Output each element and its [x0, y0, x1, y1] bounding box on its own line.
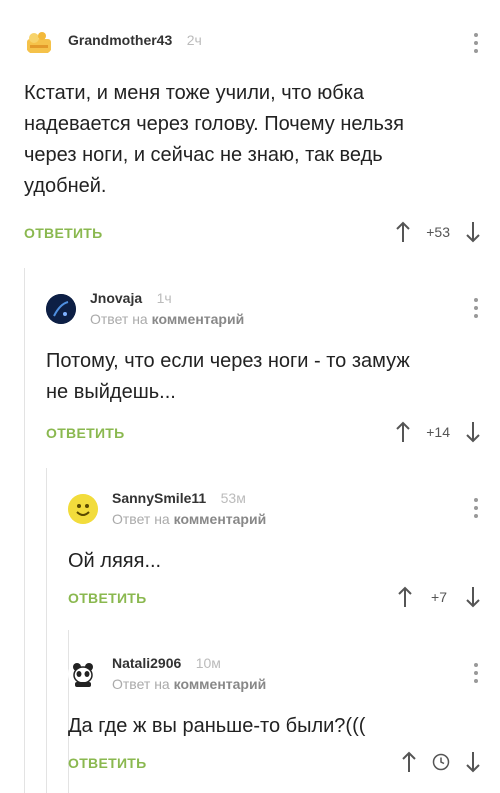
comment-text-line: Ой ляяя...	[68, 550, 162, 572]
reply-to-prefix: Ответ на	[112, 676, 170, 692]
comment-text: Ой ляяя...	[68, 546, 478, 577]
comment-text: Да где ж вы раньше-то были?(((	[68, 711, 478, 742]
avatar[interactable]	[46, 293, 76, 324]
timestamp: 53м	[220, 490, 246, 506]
thread-line-level-1	[24, 268, 25, 793]
comment-text-line: Кстати, и меня тоже учили, что юбка	[24, 82, 364, 104]
rating: +7	[431, 589, 447, 605]
rating: +53	[426, 224, 450, 240]
comment-text-line: Да где ж вы раньше-то были?(((	[68, 715, 366, 737]
reply-to-link[interactable]: комментарий	[174, 676, 267, 692]
username[interactable]: Natali2906	[112, 655, 181, 671]
avatar[interactable]	[68, 493, 98, 524]
avatar[interactable]	[24, 26, 54, 56]
thread-line-level-2	[46, 468, 47, 793]
comment-header: SannySmile11 53м Ответ на комментарий	[68, 490, 266, 527]
reply-to-info: Ответ на комментарий	[112, 511, 266, 527]
username[interactable]: Jnovaja	[90, 290, 142, 306]
reply-to-prefix: Ответ на	[112, 511, 170, 527]
upvote-arrow-icon[interactable]	[396, 421, 410, 443]
reply-to-prefix: Ответ на	[90, 311, 148, 327]
username[interactable]: SannySmile11	[112, 490, 206, 506]
comment-text: Кстати, и меня тоже учили, что юбка наде…	[24, 78, 484, 202]
comment-header: Jnovaja 1ч Ответ на комментарий	[46, 290, 244, 327]
more-options-icon[interactable]	[474, 498, 478, 518]
comment-text-line: через ноги, и сейчас не знаю, так ведь	[24, 144, 383, 166]
vote-controls	[402, 751, 480, 773]
downvote-arrow-icon[interactable]	[466, 586, 480, 608]
username[interactable]: Grandmother43	[68, 32, 172, 48]
downvote-arrow-icon[interactable]	[466, 421, 480, 443]
comment-header: Natali2906 10м Ответ на комментарий	[68, 655, 266, 692]
reply-to-link[interactable]: комментарий	[152, 311, 245, 327]
reply-button[interactable]: ОТВЕТИТЬ	[68, 755, 147, 771]
more-options-icon[interactable]	[474, 298, 478, 318]
upvote-arrow-icon[interactable]	[396, 221, 410, 243]
downvote-arrow-icon[interactable]	[466, 751, 480, 773]
more-options-icon[interactable]	[474, 33, 478, 53]
upvote-arrow-icon[interactable]	[402, 751, 416, 773]
reply-button[interactable]: ОТВЕТИТЬ	[24, 225, 103, 241]
vote-controls: +53	[396, 221, 480, 243]
vote-controls: +7	[398, 586, 480, 608]
clock-icon	[432, 753, 450, 771]
comment-meta: SannySmile11 53м Ответ на комментарий	[112, 490, 266, 527]
reply-to-info: Ответ на комментарий	[112, 676, 266, 692]
comment-header: Grandmother43 2ч	[24, 26, 202, 56]
downvote-arrow-icon[interactable]	[466, 221, 480, 243]
timestamp: 10м	[195, 655, 221, 671]
vote-controls: +14	[396, 421, 480, 443]
comment-text-line: надевается через голову. Почему нельзя	[24, 113, 404, 135]
comment-text-line: удобней.	[24, 175, 107, 197]
reply-to-link[interactable]: комментарий	[174, 511, 267, 527]
reply-button[interactable]: ОТВЕТИТЬ	[68, 590, 147, 606]
comment-text: Потому, что если через ноги - то замуж н…	[46, 346, 486, 408]
upvote-arrow-icon[interactable]	[398, 586, 412, 608]
comment-text-line: не выйдешь...	[46, 381, 176, 403]
comment-meta: Natali2906 10м Ответ на комментарий	[112, 655, 266, 692]
avatar[interactable]	[68, 658, 98, 689]
comment-text-line: Потому, что если через ноги - то замуж	[46, 350, 410, 372]
reply-to-info: Ответ на комментарий	[90, 311, 244, 327]
comment-meta: Grandmother43 2ч	[68, 32, 202, 50]
reply-button[interactable]: ОТВЕТИТЬ	[46, 425, 125, 441]
timestamp: 1ч	[156, 290, 172, 306]
timestamp: 2ч	[186, 32, 202, 48]
rating: +14	[426, 424, 450, 440]
more-options-icon[interactable]	[474, 663, 478, 683]
comment-meta: Jnovaja 1ч Ответ на комментарий	[90, 290, 244, 327]
